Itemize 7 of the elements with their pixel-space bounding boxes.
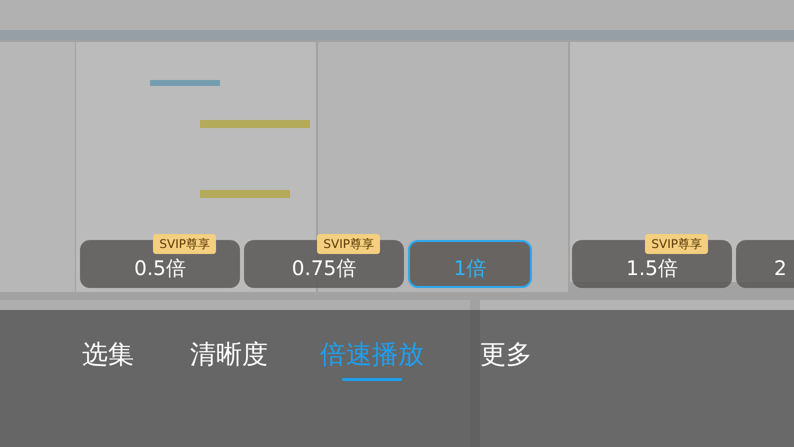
menu-tab[interactable]: 清晰度 — [190, 338, 268, 381]
svip-badge: SVIP尊享 — [317, 234, 380, 254]
menu-tab[interactable]: 选集 — [78, 338, 138, 381]
svip-badge: SVIP尊享 — [645, 234, 708, 254]
speed-option[interactable]: 2 — [736, 240, 794, 288]
menu-tab[interactable]: 更多 — [476, 338, 536, 381]
svip-badge: SVIP尊享 — [153, 234, 216, 254]
